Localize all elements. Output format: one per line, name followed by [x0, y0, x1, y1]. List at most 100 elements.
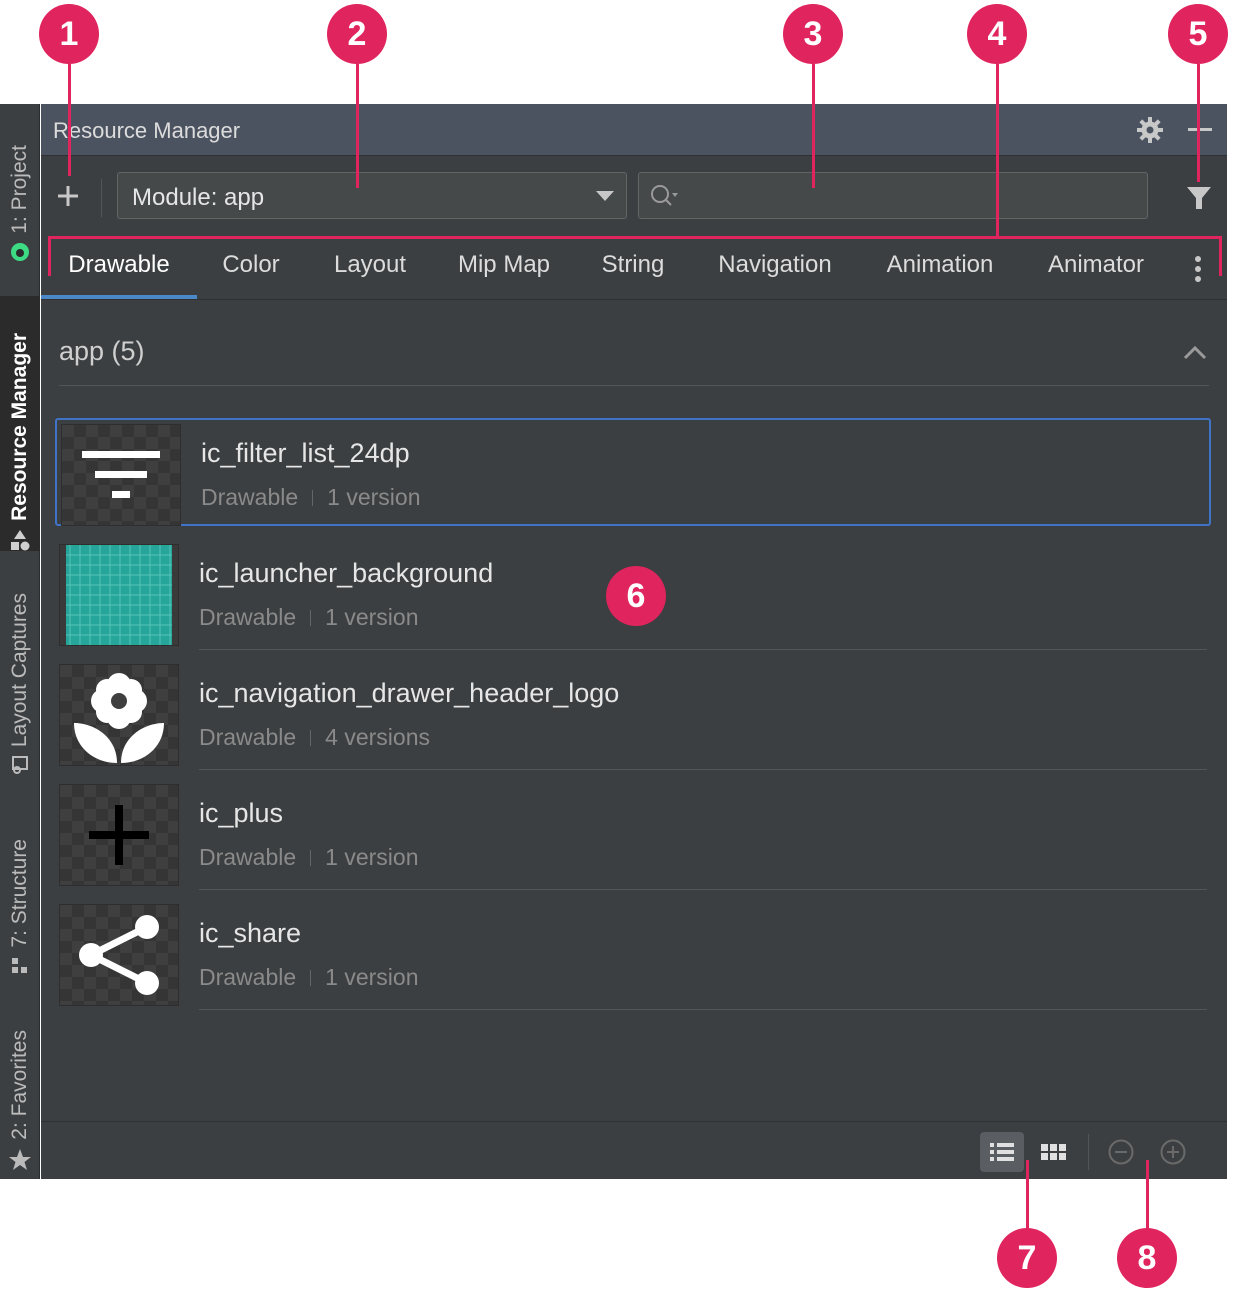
window-title: Resource Manager	[53, 118, 241, 143]
bracket-4-left	[48, 236, 51, 276]
callout-leader-7	[1026, 1160, 1029, 1232]
add-resource-icon[interactable]	[55, 183, 81, 209]
resource-name: ic_filter_list_24dp	[201, 438, 410, 468]
resource-row[interactable]: ic_share Drawable 1 version	[55, 900, 1211, 1010]
tab-drawable[interactable]: Drawable	[41, 234, 197, 300]
resource-preview	[59, 784, 179, 886]
bracket-4-top	[48, 236, 1222, 239]
side-tab-label: 1: Project	[8, 145, 31, 234]
resource-preview	[59, 664, 179, 766]
structure-icon	[12, 958, 27, 973]
minimize-icon[interactable]	[1188, 128, 1212, 131]
resource-versions: 1 version	[325, 844, 419, 870]
launcher-background-grid	[60, 545, 178, 645]
gear-icon[interactable]	[1136, 116, 1164, 144]
list-view-button[interactable]	[980, 1132, 1024, 1172]
chevron-up-icon[interactable]	[1183, 344, 1207, 360]
resource-type: Drawable	[199, 604, 297, 630]
callout-leader-1	[68, 64, 71, 176]
resource-type: Drawable	[199, 964, 297, 990]
grid-view-icon	[1041, 1144, 1066, 1160]
tab-mip-map[interactable]: Mip Map	[443, 234, 565, 300]
side-tab-resource-manager[interactable]: Resource Manager	[0, 296, 40, 551]
tab-animation[interactable]: Animation	[875, 234, 1005, 300]
side-tab-favorites[interactable]: 2: Favorites	[0, 1012, 40, 1172]
view-options-bar	[41, 1121, 1227, 1179]
view-bar-separator	[1088, 1134, 1089, 1170]
resource-name: ic_share	[199, 918, 302, 948]
tab-color[interactable]: Color	[199, 234, 303, 300]
side-tab-structure[interactable]: 7: Structure	[0, 816, 40, 976]
resource-meta: Drawable 1 version	[199, 964, 418, 991]
side-tab-label: Layout Captures	[8, 592, 31, 747]
tab-navigation[interactable]: Navigation	[704, 234, 846, 300]
flower-icon	[74, 673, 164, 763]
resource-row[interactable]: ic_navigation_drawer_header_logo Drawabl…	[55, 660, 1211, 770]
resource-meta: Drawable 4 versions	[199, 724, 430, 751]
meta-separator	[310, 730, 312, 746]
row-divider	[199, 889, 1207, 890]
share-icon	[79, 915, 159, 995]
callout-badge-5: 5	[1168, 4, 1228, 64]
bracket-4-right	[1219, 236, 1222, 276]
zoom-out-button[interactable]	[1099, 1132, 1143, 1172]
resource-versions: 1 version	[325, 964, 419, 990]
side-tab-layout-captures[interactable]: Layout Captures	[0, 570, 40, 775]
module-dropdown[interactable]: Module: app	[117, 172, 627, 219]
resource-meta: Drawable 1 version	[201, 484, 420, 511]
toolbar-separator	[101, 179, 102, 217]
window-title-bar: Resource Manager	[41, 104, 1227, 156]
shapes-icon	[11, 530, 30, 551]
row-divider	[199, 649, 1207, 650]
filter-list-icon	[82, 451, 160, 498]
module-dropdown-value: Module: app	[132, 184, 265, 211]
callout-badge-1: 1	[39, 4, 99, 64]
tab-layout[interactable]: Layout	[313, 234, 427, 300]
resource-preview	[59, 544, 179, 646]
resource-row[interactable]: ic_filter_list_24dp Drawable 1 version	[55, 418, 1211, 526]
search-input[interactable]	[687, 179, 1137, 213]
android-icon	[11, 243, 29, 261]
callout-leader-5	[1197, 64, 1200, 182]
resource-toolbar: Module: app	[41, 157, 1227, 233]
search-box[interactable]	[638, 172, 1148, 219]
zoom-out-icon	[1108, 1139, 1134, 1165]
resource-name: ic_navigation_drawer_header_logo	[199, 678, 620, 708]
meta-separator	[312, 490, 314, 506]
star-icon	[9, 1149, 31, 1170]
callout-badge-3: 3	[783, 4, 843, 64]
side-tab-label: Resource Manager	[8, 333, 31, 521]
resource-manager-window: Resource Manager Module: app Drawable Co…	[41, 104, 1227, 1179]
section-label: app (5)	[59, 336, 145, 366]
callout-leader-4	[996, 64, 999, 238]
resource-type: Drawable	[199, 724, 297, 750]
side-tab-label: 2: Favorites	[8, 1030, 31, 1140]
callout-leader-8	[1146, 1160, 1149, 1232]
tab-animator[interactable]: Animator	[1035, 234, 1157, 300]
tab-string[interactable]: String	[586, 234, 680, 300]
resource-type: Drawable	[201, 484, 299, 510]
resource-row[interactable]: ic_plus Drawable 1 version	[55, 780, 1211, 890]
callout-badge-7: 7	[997, 1228, 1057, 1288]
callout-badge-2: 2	[327, 4, 387, 64]
callout-badge-8: 8	[1117, 1228, 1177, 1288]
callout-badge-6: 6	[606, 566, 666, 626]
meta-separator	[310, 850, 312, 866]
resource-type: Drawable	[199, 844, 297, 870]
row-divider	[199, 769, 1207, 770]
module-section-header[interactable]: app (5)	[59, 328, 1209, 386]
zoom-in-button[interactable]	[1151, 1132, 1195, 1172]
chevron-down-icon	[596, 191, 614, 201]
side-tab-project[interactable]: 1: Project	[0, 112, 40, 262]
filter-icon[interactable]	[1185, 184, 1213, 212]
more-vertical-icon[interactable]	[1191, 254, 1205, 284]
search-icon	[651, 185, 678, 206]
resource-preview	[59, 904, 179, 1006]
resource-name: ic_launcher_background	[199, 558, 494, 588]
callout-badge-4: 4	[967, 4, 1027, 64]
meta-separator	[310, 970, 312, 986]
resource-versions: 1 version	[327, 484, 421, 510]
resource-versions: 4 versions	[325, 724, 430, 750]
row-divider	[199, 1009, 1207, 1010]
grid-view-button[interactable]	[1032, 1132, 1076, 1172]
